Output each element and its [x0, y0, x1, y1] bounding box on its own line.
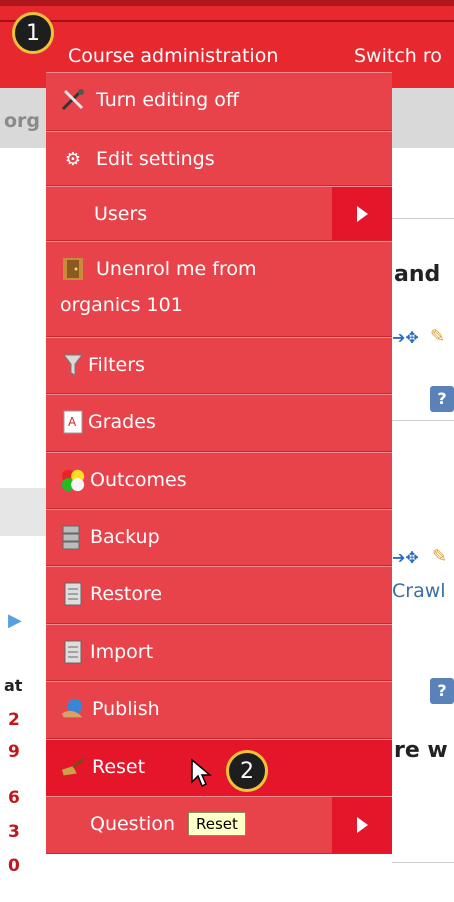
edit-pencil-icon-2[interactable]: ✎	[432, 546, 447, 567]
menu-item-label: Unenrol me from	[96, 258, 257, 280]
side-number[interactable]: 6	[8, 788, 20, 808]
menu-item-import[interactable]: Import	[46, 624, 392, 681]
header-shade	[0, 0, 454, 6]
mouse-pointer-icon	[190, 758, 213, 792]
side-number[interactable]: 0	[8, 856, 20, 876]
import-icon	[60, 639, 86, 665]
menu-item-label: Grades	[88, 411, 156, 433]
menu-item-filters[interactable]: Filters	[46, 337, 392, 394]
menu-item-label: Import	[90, 641, 154, 663]
menu-item-reset[interactable]: Reset	[46, 739, 392, 796]
callout-badge-1: 1	[12, 12, 54, 54]
door-icon	[60, 256, 86, 282]
menu-item-users[interactable]: Users	[46, 186, 392, 241]
submenu-arrow-icon[interactable]	[332, 187, 392, 240]
expand-arrow-icon[interactable]: ▶	[8, 610, 22, 631]
publish-icon	[60, 696, 86, 722]
menu-item-edit-settings[interactable]: ⚙ Edit settings	[46, 131, 392, 186]
side-column-label: at	[4, 676, 23, 695]
reset-tooltip: Reset	[188, 812, 246, 836]
menu-item-label: Filters	[88, 354, 145, 376]
menu-item-backup[interactable]: Backup	[46, 509, 392, 566]
section-divider	[392, 218, 454, 219]
header-divider	[0, 20, 454, 22]
grades-icon: A	[60, 409, 86, 435]
svg-text:A: A	[68, 415, 77, 429]
side-number[interactable]: 9	[8, 742, 20, 762]
filter-icon	[60, 352, 86, 378]
menu-item-unenrol[interactable]: Unenrol me from organics 101	[46, 241, 392, 337]
backup-icon	[60, 524, 86, 550]
submenu-arrow-icon[interactable]	[332, 797, 392, 853]
menu-item-restore[interactable]: Restore	[46, 566, 392, 624]
menu-item-turn-editing-off[interactable]: Turn editing off	[46, 72, 392, 131]
menu-item-label: Edit settings	[96, 148, 215, 170]
restore-icon	[60, 581, 86, 607]
section-divider-3	[392, 862, 454, 863]
menu-item-outcomes[interactable]: Outcomes	[46, 452, 392, 509]
section-divider-2	[392, 420, 454, 421]
menu-item-label: Outcomes	[90, 469, 187, 491]
menu-item-label: Publish	[92, 698, 160, 720]
broom-icon	[60, 754, 86, 780]
side-number[interactable]: 2	[8, 710, 20, 730]
menu-item-label: Users	[94, 203, 148, 225]
side-number[interactable]: 3	[8, 822, 20, 842]
help-icon[interactable]: ?	[430, 386, 454, 412]
course-administration-dropdown: Turn editing off ⚙ Edit settings Users U…	[46, 72, 392, 854]
help-icon-2[interactable]: ?	[430, 678, 454, 704]
menu-item-label: Backup	[90, 526, 160, 548]
section-heading-2: re w	[394, 738, 448, 763]
outcomes-icon	[60, 467, 86, 493]
edit-pencil-icon[interactable]: ✎	[430, 326, 445, 347]
menu-item-label: Turn editing off	[96, 89, 239, 111]
activity-link[interactable]: Crawl	[392, 580, 446, 602]
tools-icon	[60, 87, 86, 113]
menu-item-label: Reset	[92, 756, 146, 778]
switch-role-menu[interactable]: Switch ro	[354, 44, 442, 68]
gear-icon: ⚙	[64, 148, 82, 170]
course-administration-menu[interactable]: Course administration	[68, 44, 278, 68]
move-icon-2[interactable]: ➔✥	[392, 548, 419, 567]
callout-badge-2: 2	[226, 750, 268, 792]
move-icon[interactable]: ➔✥	[392, 328, 419, 347]
menu-item-label: Question	[90, 813, 175, 835]
menu-item-label-line2: organics 101	[60, 294, 183, 316]
menu-item-label: Restore	[90, 583, 163, 605]
breadcrumb-course[interactable]: org	[4, 110, 40, 132]
menu-item-grades[interactable]: A Grades	[46, 394, 392, 452]
section-heading: and	[394, 262, 441, 287]
menu-item-publish[interactable]: Publish	[46, 681, 392, 739]
